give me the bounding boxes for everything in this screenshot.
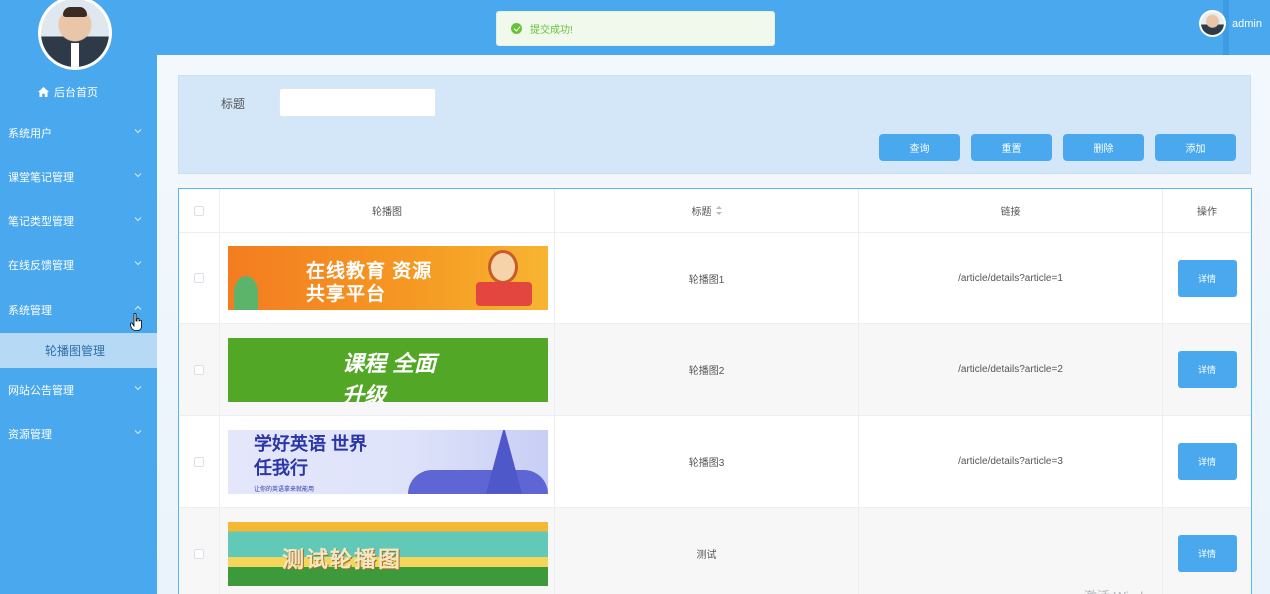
banner-cell: 在线教育 资源共享平台: [220, 233, 555, 323]
sidebar-avatar: [38, 0, 112, 70]
detail-button[interactable]: 详情: [1177, 443, 1237, 480]
title-filter-input[interactable]: [279, 88, 436, 117]
title-cell: 轮播图2: [555, 324, 859, 415]
link-cell: [859, 508, 1163, 594]
chevron-down-icon: [134, 430, 142, 435]
chevron-down-icon: [134, 217, 142, 222]
title-cell: 轮播图1: [555, 233, 859, 323]
column-header-title[interactable]: 标题: [555, 189, 859, 232]
banner-text: 测试轮播图: [282, 546, 403, 572]
sidebar-item-class-notes[interactable]: 课堂笔记管理: [0, 165, 157, 189]
row-checkbox[interactable]: [194, 273, 204, 283]
title-cell: 轮播图3: [555, 416, 859, 507]
sidebar-item-announcements[interactable]: 网站公告管理: [0, 378, 157, 402]
link-cell: /article/details?article=3: [859, 416, 1163, 507]
chevron-down-icon: [134, 261, 142, 266]
banner-subtext: 让你的英语拿来就能用: [254, 486, 315, 493]
sidebar-item-label: 系统用户: [8, 128, 52, 140]
detail-button[interactable]: 详情: [1177, 351, 1237, 388]
banner-cell: 课程 全面升级: [220, 324, 555, 415]
banner-cell: 学好英语 世界任我行 让你的英语拿来就能用: [220, 416, 555, 507]
username: admin: [1232, 17, 1262, 30]
hand-pointer-icon: [130, 313, 142, 331]
banner-text: 课程 全面升级: [342, 350, 437, 402]
sidebar-item-note-types[interactable]: 笔记类型管理: [0, 209, 157, 233]
chevron-down-icon: [134, 173, 142, 178]
column-header-image: 轮播图: [220, 189, 555, 232]
user-avatar: [1199, 10, 1226, 37]
title-cell: 测试: [555, 508, 859, 594]
detail-button[interactable]: 详情: [1177, 535, 1237, 572]
banner-text: 在线教育 资源共享平台: [306, 261, 433, 305]
table-row: 测试轮播图 测试 详情: [179, 508, 1251, 594]
column-header-link: 链接: [859, 189, 1163, 232]
sidebar-subitem-label: 轮播图管理: [45, 344, 106, 358]
add-button[interactable]: 添加: [1155, 134, 1236, 161]
sidebar-item-label: 资源管理: [8, 429, 52, 441]
title-filter-label: 标题: [221, 97, 246, 111]
user-menu[interactable]: admin: [1199, 10, 1262, 37]
link-cell: /article/details?article=1: [859, 233, 1163, 323]
success-toast: 提交成功!: [496, 11, 775, 46]
select-all-checkbox[interactable]: [194, 205, 204, 216]
sidebar: 后台首页 系统用户 课堂笔记管理 笔记类型管理 在线反馈管理 系统管理 轮播图管…: [0, 0, 157, 594]
reset-button[interactable]: 重置: [971, 134, 1052, 161]
column-header-actions: 操作: [1197, 207, 1217, 218]
row-checkbox[interactable]: [194, 364, 204, 375]
banner-cell: 测试轮播图: [220, 508, 555, 594]
chevron-up-icon: [134, 305, 142, 310]
sidebar-item-resources[interactable]: 资源管理: [0, 422, 157, 446]
sidebar-item-feedback[interactable]: 在线反馈管理: [0, 253, 157, 277]
home-label: 后台首页: [54, 87, 98, 99]
banner-image: 在线教育 资源共享平台: [228, 246, 548, 310]
delete-button[interactable]: 删除: [1063, 134, 1144, 161]
sidebar-item-label: 网站公告管理: [8, 385, 74, 397]
table-row: 学好英语 世界任我行 让你的英语拿来就能用 轮播图3 /article/deta…: [179, 416, 1251, 508]
row-checkbox[interactable]: [194, 456, 204, 467]
banner-text: 学好英语 世界任我行: [254, 433, 368, 478]
toast-message: 提交成功!: [530, 25, 573, 36]
sidebar-home-link[interactable]: 后台首页: [38, 84, 98, 100]
banner-image: 课程 全面升级: [228, 337, 548, 402]
table-row: 课程 全面升级 轮播图2 /article/details?article=2 …: [179, 324, 1251, 416]
column-header-title-label: 标题: [691, 207, 712, 218]
detail-button[interactable]: 详情: [1177, 259, 1237, 297]
windows-activation-watermark: 激活 Windows: [1084, 586, 1166, 594]
table-row: 在线教育 资源共享平台 轮播图1 /article/details?articl…: [179, 233, 1251, 324]
banner-image: 测试轮播图: [228, 521, 548, 586]
sidebar-item-label: 笔记类型管理: [8, 216, 74, 228]
chevron-down-icon: [134, 386, 142, 391]
home-icon: [38, 87, 49, 97]
link-cell: /article/details?article=2: [859, 324, 1163, 415]
carousel-table: 轮播图 标题 链接 操作 在线教育 资源共享平台 轮播图1 /article/d…: [178, 188, 1252, 594]
check-circle-icon: [511, 23, 522, 34]
sidebar-subitem-carousel[interactable]: 轮播图管理: [0, 333, 157, 368]
banner-image: 学好英语 世界任我行 让你的英语拿来就能用: [228, 429, 548, 494]
sidebar-item-label: 课堂笔记管理: [8, 172, 74, 184]
sidebar-item-label: 在线反馈管理: [8, 260, 74, 272]
chevron-down-icon: [134, 129, 142, 134]
sidebar-item-label: 系统管理: [8, 305, 52, 317]
sidebar-item-system-users[interactable]: 系统用户: [0, 121, 157, 145]
sort-icon[interactable]: [715, 206, 722, 215]
row-checkbox[interactable]: [194, 548, 204, 559]
query-button[interactable]: 查询: [879, 134, 960, 161]
table-header-row: 轮播图 标题 链接 操作: [179, 189, 1251, 233]
